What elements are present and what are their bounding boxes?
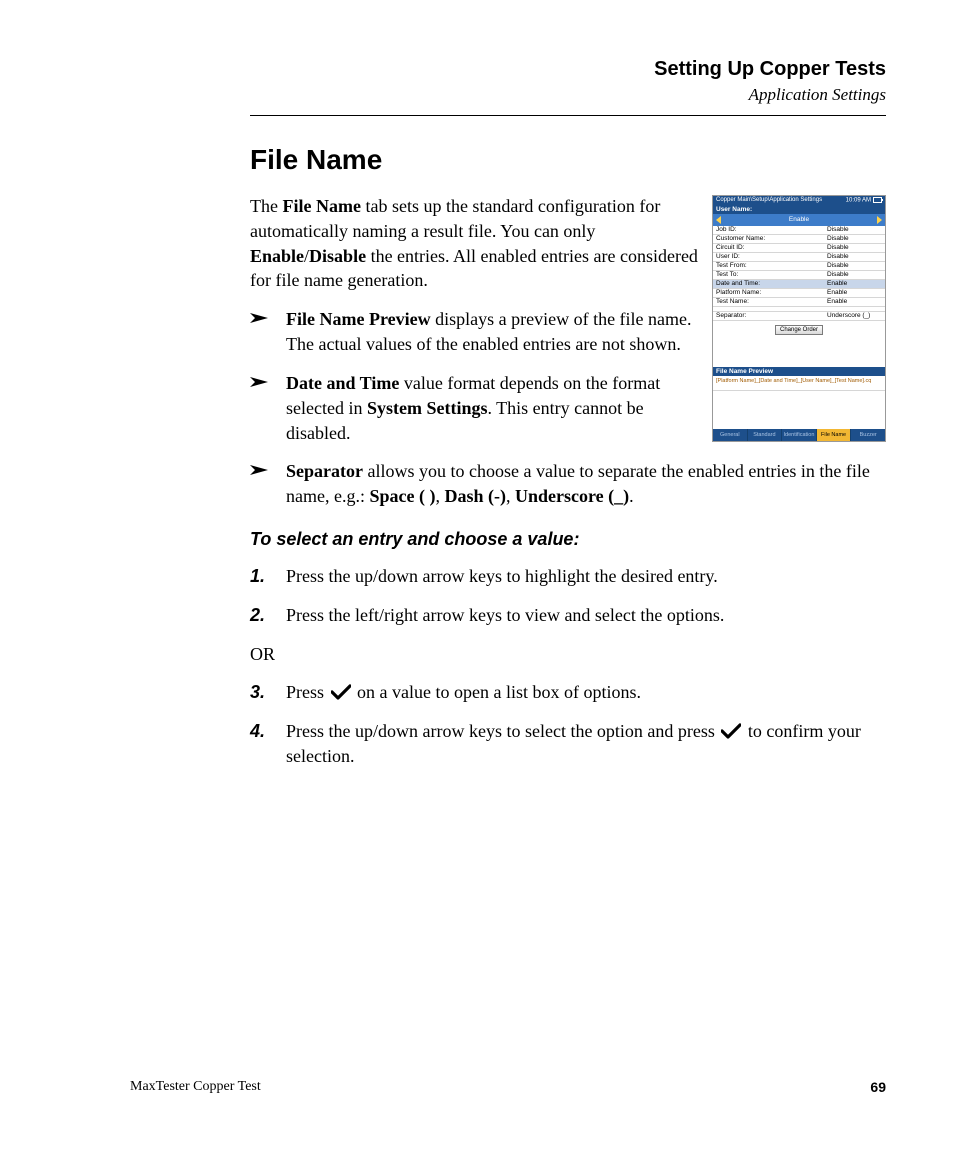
page-header: Setting Up Copper Tests Application Sett… [250,58,886,116]
row-value: Disable [827,235,882,242]
step-text: Press the left/right arrow keys to view … [286,605,724,625]
text-bold: Underscore (_) [515,486,629,506]
row-value: Disable [827,244,882,251]
step-text: Press the up/down arrow keys to highligh… [286,566,718,586]
text: , [506,486,515,506]
step-number: 2. [250,603,265,628]
row-value: Enable [827,280,882,287]
settings-row[interactable]: Job ID: Disable [713,226,885,235]
arrowhead-icon [250,463,268,477]
row-value: Disable [827,271,882,278]
row-key: Test To: [716,271,738,278]
separator-row[interactable]: Separator: Underscore (_) [713,312,885,321]
step-text: on a value to open a list box of options… [353,682,641,702]
tab-file-name[interactable]: File Name [817,429,852,441]
settings-row[interactable]: Test Name: Enable [713,298,885,307]
device-statusbar: Copper Main\Setup\Application Settings 1… [713,196,885,205]
or-separator: OR [250,642,886,667]
text-bold: Dash (-) [444,486,506,506]
row-key: Circuit ID: [716,244,745,251]
step: 3. Press on a value to open a list box of… [250,680,886,705]
settings-row[interactable]: User ID: Disable [713,253,885,262]
row-value: Disable [827,226,882,233]
row-key: Test Name: [716,298,749,305]
row-key: Date and Time: [716,280,760,287]
page-footer: MaxTester Copper Test 69 [130,1079,886,1095]
selector-value: Enable [721,216,877,223]
settings-row[interactable]: Test To: Disable [713,271,885,280]
step: 1. Press the up/down arrow keys to highli… [250,564,886,589]
value-selector[interactable]: Enable [713,214,885,226]
tab-identification[interactable]: Identification [782,429,817,441]
procedure-list: 3. Press on a value to open a list box of… [250,680,886,768]
text-bold: Separator [286,461,363,481]
check-icon [331,684,351,700]
text: The [250,196,282,216]
row-key: Separator: [716,312,746,319]
row-value: Disable [827,262,882,269]
button-row: Change Order [713,321,885,341]
breadcrumb: Copper Main\Setup\Application Settings [716,197,822,203]
settings-row[interactable]: Customer Name: Disable [713,235,885,244]
section-heading: File Name [250,144,886,176]
step-text: Press [286,682,329,702]
row-key: Job ID: [716,226,737,233]
settings-row[interactable]: Date and Time: Enable [713,280,885,289]
clock: 10:09 AM [846,198,871,204]
settings-row[interactable]: Platform Name: Enable [713,289,885,298]
text-bold: Disable [309,246,366,266]
step: 2. Press the left/right arrow keys to vie… [250,603,886,628]
settings-list: Job ID:DisableCustomer Name:DisableCircu… [713,226,885,307]
tab-bar: GeneralStandardIdentificationFile NameBu… [713,429,885,441]
procedure-list: 1. Press the up/down arrow keys to highli… [250,564,886,628]
bullet-item: File Name Preview displays a preview of … [250,307,706,357]
intro-paragraph: The File Name tab sets up the standard c… [250,194,710,293]
row-key: Customer Name: [716,235,765,242]
status-right: 10:09 AM [846,197,882,204]
text-bold: Enable [250,246,304,266]
step-number: 1. [250,564,265,589]
change-order-button[interactable]: Change Order [775,325,823,335]
row-value: Enable [827,298,882,305]
tab-buzzer[interactable]: Buzzer [851,429,885,441]
settings-row[interactable]: Circuit ID: Disable [713,244,885,253]
device-screenshot: Copper Main\Setup\Application Settings 1… [712,195,886,442]
procedure-heading: To select an entry and choose a value: [250,527,886,552]
row-value: Enable [827,289,882,296]
spacer [713,390,885,429]
row-value: Disable [827,253,882,260]
settings-row[interactable]: Test From: Disable [713,262,885,271]
battery-icon [873,197,882,203]
step-number: 3. [250,680,265,705]
row-key: User ID: [716,253,740,260]
arrowhead-icon [250,375,268,389]
arrow-right-icon[interactable] [877,216,882,224]
text-bold: Space ( ) [369,486,435,506]
field-label: User Name: [713,205,885,214]
text-bold: File Name Preview [286,309,431,329]
bullet-item: Date and Time value format depends on th… [250,371,706,445]
spacer [713,341,885,367]
step: 4. Press the up/down arrow keys to select… [250,719,886,769]
row-key: Test From: [716,262,747,269]
arrowhead-icon [250,311,268,325]
preview-heading: File Name Preview [713,367,885,376]
tab-standard[interactable]: Standard [748,429,783,441]
header-title: Setting Up Copper Tests [250,58,886,81]
check-icon [721,723,741,739]
text: . [629,486,634,506]
header-subtitle: Application Settings [250,85,886,105]
step-number: 4. [250,719,265,744]
preview-text: [Platform Name]_[Date and Time]_[User Na… [713,376,885,390]
bullet-item: Separator allows you to choose a value t… [250,459,906,509]
page-number: 69 [870,1079,886,1095]
footer-text: MaxTester Copper Test [130,1079,261,1095]
step-text: Press the up/down arrow keys to select t… [286,721,719,741]
row-key: Platform Name: [716,289,761,296]
text-bold: System Settings [367,398,488,418]
tab-general[interactable]: General [713,429,748,441]
text-bold: Date and Time [286,373,399,393]
text-bold: File Name [282,196,360,216]
row-value: Underscore (_) [827,312,882,319]
